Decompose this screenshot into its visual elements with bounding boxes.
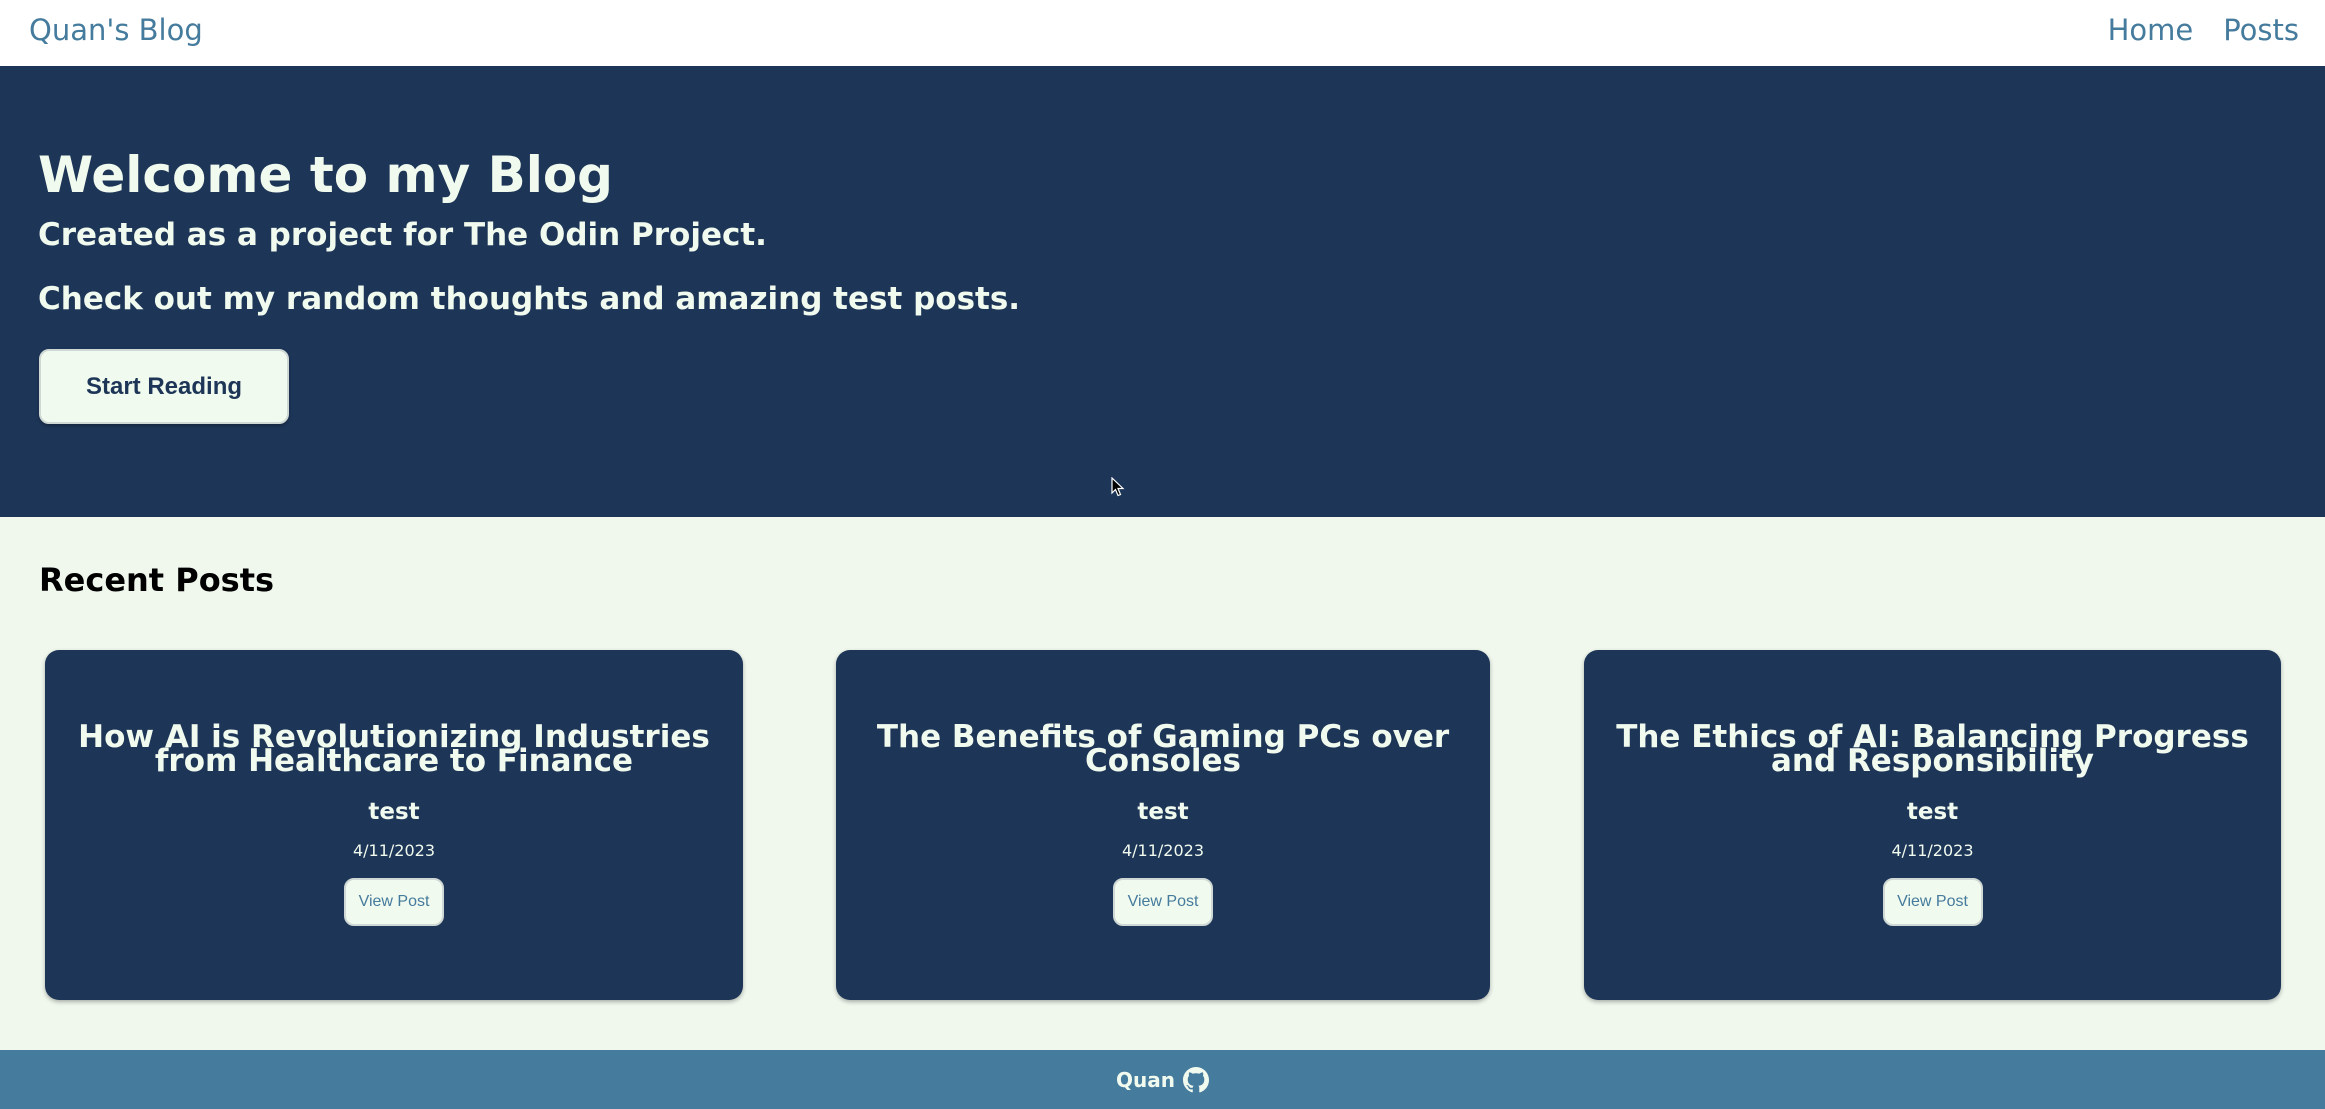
post-author: test bbox=[1906, 798, 1959, 825]
hero-title: Welcome to my Blog bbox=[38, 146, 613, 204]
post-author: test bbox=[368, 798, 420, 825]
post-date: 4/11/2023 bbox=[1891, 840, 1974, 860]
brand-link[interactable]: Quan's Blog bbox=[29, 13, 203, 47]
nav-home-link[interactable]: Home bbox=[2108, 13, 2194, 47]
view-post-button[interactable]: View Post bbox=[1882, 877, 1983, 926]
footer: Quan bbox=[0, 1050, 2325, 1109]
nav-posts-link[interactable]: Posts bbox=[2223, 13, 2299, 47]
github-icon[interactable] bbox=[1182, 1066, 1209, 1093]
start-reading-button[interactable]: Start Reading bbox=[39, 349, 289, 424]
view-post-button[interactable]: View Post bbox=[1113, 877, 1213, 926]
post-date: 4/11/2023 bbox=[1121, 840, 1205, 860]
recent-posts-heading: Recent Posts bbox=[39, 561, 275, 599]
view-post-button[interactable]: View Post bbox=[344, 877, 444, 926]
post-date: 4/11/2023 bbox=[352, 840, 436, 860]
post-title: The Ethics of AI: Balancing Progress and… bbox=[1616, 718, 2249, 779]
top-navbar: Quan's Blog Home Posts bbox=[0, 0, 2325, 66]
post-author: test bbox=[1137, 798, 1189, 825]
post-title: How AI is Revolutionizing Industries fro… bbox=[78, 718, 710, 779]
hero-subtitle-thoughts: Check out my random thoughts and amazing… bbox=[38, 281, 1021, 317]
footer-author-name: Quan bbox=[1116, 1067, 1175, 1092]
post-card: The Ethics of AI: Balancing Progress and… bbox=[1584, 650, 2281, 1000]
nav-links: Home Posts bbox=[2108, 13, 2299, 47]
post-title: The Benefits of Gaming PCs over Consoles bbox=[876, 718, 1450, 779]
hero-subtitle-project: Created as a project for The Odin Projec… bbox=[38, 217, 767, 253]
post-card: How AI is Revolutionizing Industries fro… bbox=[45, 650, 743, 1000]
hero-section: Welcome to my Blog Created as a project … bbox=[0, 66, 2325, 517]
post-card: The Benefits of Gaming PCs over Consoles… bbox=[836, 650, 1490, 1000]
